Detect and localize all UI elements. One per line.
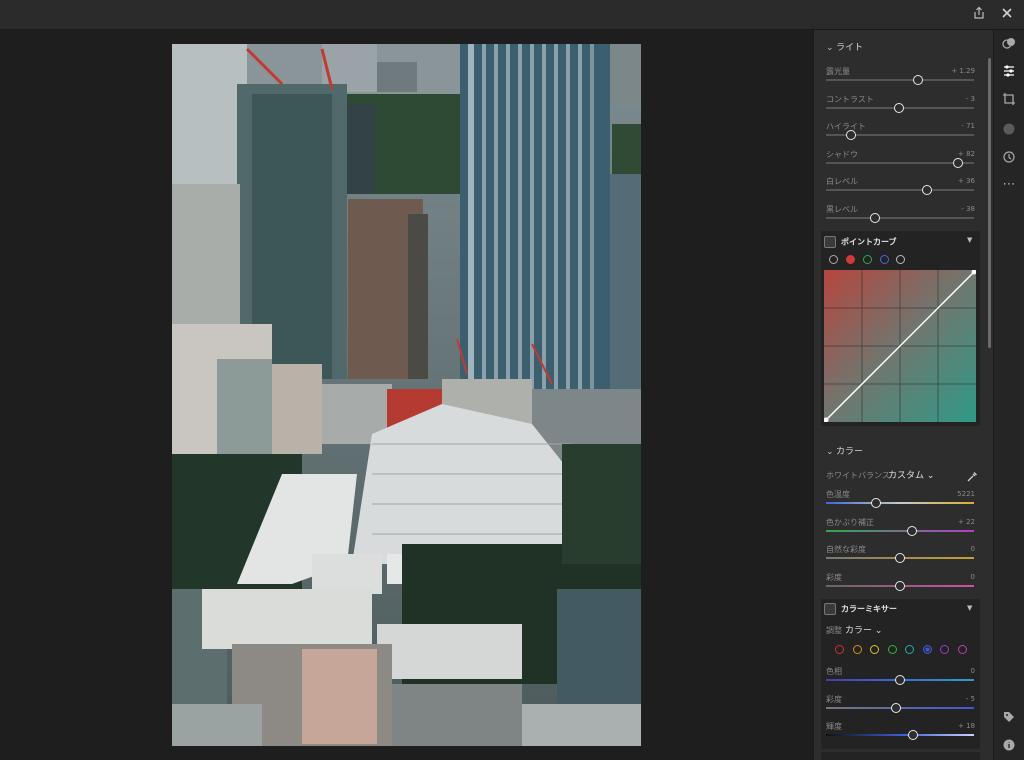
slider-track[interactable]	[826, 675, 974, 685]
slider-value[interactable]: + 1.29	[951, 67, 975, 75]
color-section-header[interactable]: ⌄ カラー	[826, 444, 863, 460]
slider-track[interactable]	[826, 185, 974, 195]
tone-curve-graph[interactable]	[824, 270, 976, 422]
slider-track[interactable]	[826, 130, 974, 140]
color-swatch[interactable]	[887, 645, 897, 654]
photo-preview[interactable]	[172, 44, 641, 746]
slider-label: 黒レベル	[826, 204, 858, 214]
slider-thumb[interactable]	[895, 675, 905, 685]
slider-thumb[interactable]	[906, 525, 917, 536]
panel-scrollbar[interactable]	[988, 58, 991, 348]
slider-thumb[interactable]	[895, 580, 905, 591]
color-swatch[interactable]	[940, 645, 949, 654]
slider-track[interactable]	[826, 702, 974, 713]
slider-track[interactable]	[826, 75, 974, 85]
tool-rail: ⋯	[993, 30, 1024, 760]
slider-track[interactable]	[826, 553, 974, 563]
parametric-curve-icon[interactable]	[896, 255, 905, 264]
slider-thumb[interactable]	[893, 102, 904, 113]
slider-label: シャドウ	[826, 149, 858, 159]
slider-value[interactable]: + 82	[958, 150, 975, 158]
curve-icon	[824, 236, 836, 248]
slider-value[interactable]: + 36	[958, 177, 975, 185]
slider-thumb[interactable]	[921, 185, 932, 195]
white-balance-dropdown[interactable]: カスタム ⌄	[888, 468, 934, 481]
adjust-dropdown[interactable]: カラー ⌄	[845, 623, 882, 636]
slider-track[interactable]	[826, 212, 974, 223]
more-icon[interactable]: ⋯	[1000, 176, 1018, 194]
color-swatch[interactable]	[852, 645, 862, 654]
slider-label: 白レベル	[826, 177, 858, 186]
masking-icon[interactable]	[1000, 122, 1018, 140]
slider-thumb[interactable]	[869, 212, 880, 223]
slider-track[interactable]	[826, 525, 974, 536]
light-section-header[interactable]: ⌄ ライト	[826, 40, 863, 56]
slider-label: 露光量	[826, 67, 850, 76]
chevron-down-icon: ⌄	[926, 471, 935, 481]
channel-green-icon[interactable]	[863, 255, 872, 264]
close-icon[interactable]	[998, 6, 1016, 24]
slider-value[interactable]: - 5	[966, 695, 975, 703]
slider-label: 色相	[826, 667, 842, 676]
color-swatch[interactable]	[905, 645, 914, 654]
slider-value[interactable]: + 18	[958, 722, 975, 730]
slider-value[interactable]: 0	[971, 667, 975, 675]
channel-blue-icon[interactable]	[880, 255, 889, 264]
slider-label: コントラスト	[826, 94, 874, 104]
share-icon[interactable]	[970, 6, 988, 24]
color-mixer-icon	[824, 603, 836, 615]
chevron-down-icon: ⌄	[826, 43, 834, 53]
slider-label: 色温度	[826, 490, 850, 499]
chevron-down-icon: ⌄	[826, 447, 834, 457]
editor-window: ⌄ ライト 露光量 + 1.29 コントラスト - 3 ハイライト - 71 シャドウ + 82…	[0, 0, 1024, 760]
chevron-down-icon[interactable]: ▼	[967, 604, 972, 612]
top-bar	[0, 0, 1024, 30]
eyedropper-icon[interactable]	[966, 468, 978, 482]
chevron-down-icon: ⌄	[874, 626, 883, 636]
channel-all-icon[interactable]	[829, 255, 838, 264]
photo-canvas	[0, 30, 813, 760]
slider-thumb[interactable]	[912, 75, 923, 85]
slider-thumb[interactable]	[952, 157, 963, 168]
slider-value[interactable]: 0	[971, 573, 975, 581]
color-swatch[interactable]	[922, 645, 932, 654]
slider-track[interactable]	[826, 102, 974, 113]
slider-label: 色かぶり補正	[826, 517, 874, 527]
slider-track[interactable]	[826, 498, 974, 508]
slider-value[interactable]: 5221	[957, 490, 975, 498]
chevron-down-icon[interactable]: ▼	[967, 236, 972, 244]
history-icon[interactable]	[1000, 150, 1018, 168]
next-panel-header[interactable]	[821, 752, 980, 760]
slider-track[interactable]	[826, 580, 974, 591]
slider-thumb[interactable]	[895, 553, 905, 563]
slider-label: 自然な彩度	[826, 545, 866, 554]
presets-icon[interactable]	[1000, 36, 1018, 54]
slider-value[interactable]: - 3	[966, 95, 975, 103]
color-swatch[interactable]	[870, 645, 879, 654]
point-curve-header[interactable]: ポイントカーブ	[824, 236, 897, 252]
slider-label: 輝度	[826, 722, 842, 731]
adjust-label: 調整	[826, 626, 842, 635]
slider-label: ハイライト	[826, 122, 866, 131]
channel-red-icon[interactable]	[846, 255, 855, 264]
slider-track[interactable]	[826, 730, 974, 740]
tag-icon[interactable]	[1000, 710, 1018, 728]
color-mixer-panel	[821, 599, 980, 749]
slider-value[interactable]: - 38	[961, 205, 975, 213]
edit-sliders-icon[interactable]	[1000, 64, 1018, 82]
color-swatch[interactable]	[957, 645, 967, 654]
white-balance-label: ホワイトバランス	[826, 471, 890, 480]
color-mixer-header[interactable]: カラーミキサー	[824, 603, 897, 619]
info-icon[interactable]	[1000, 738, 1018, 756]
slider-label: 彩度	[826, 694, 842, 704]
slider-value[interactable]: + 22	[958, 518, 975, 526]
color-swatch[interactable]	[835, 645, 844, 654]
slider-track[interactable]	[826, 157, 974, 168]
slider-thumb[interactable]	[890, 702, 901, 713]
slider-label: 彩度	[826, 572, 842, 582]
slider-value[interactable]: - 71	[961, 122, 975, 130]
crop-icon[interactable]	[1000, 92, 1018, 110]
slider-value[interactable]: 0	[971, 545, 975, 553]
